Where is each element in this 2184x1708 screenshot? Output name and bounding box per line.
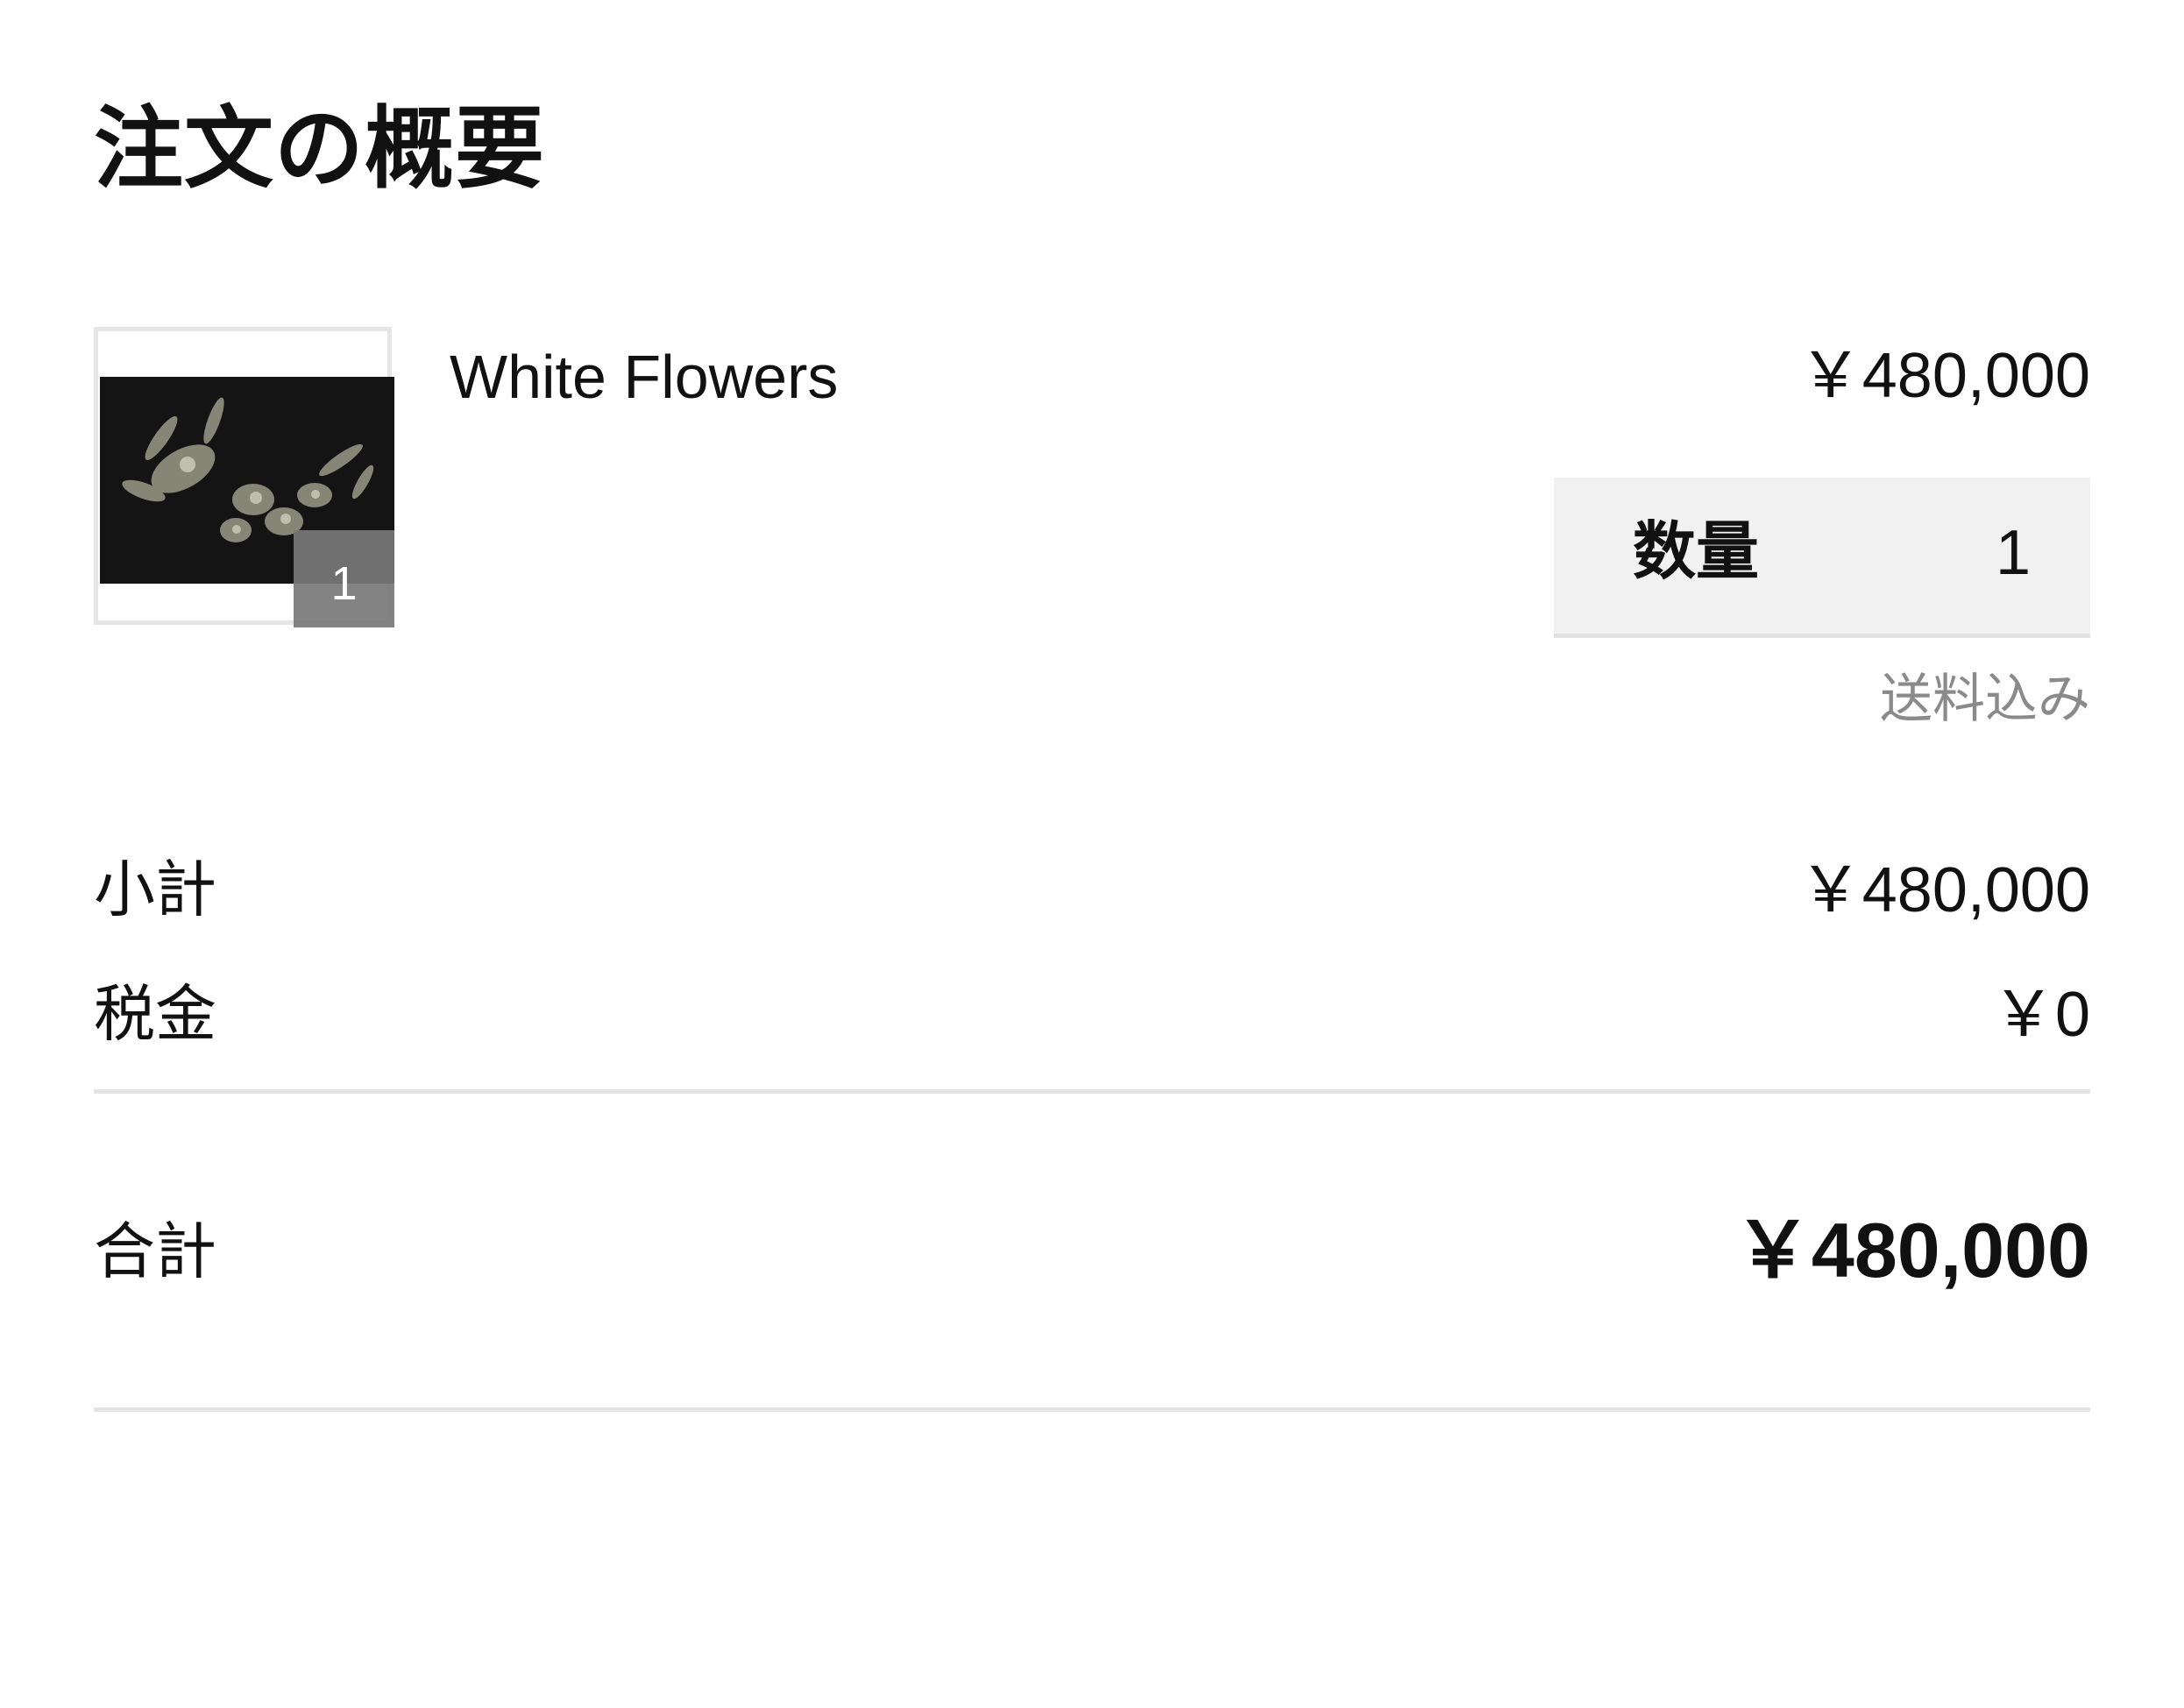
product-thumbnail: 1	[94, 327, 394, 627]
quantity-display: 数量 1	[1554, 478, 2090, 638]
subtotal-label: 小計	[94, 854, 216, 925]
divider	[94, 1407, 2090, 1412]
tax-value: ￥0	[1991, 980, 2090, 1050]
shipping-included-note: 送料込み	[1880, 669, 2090, 730]
order-summary-heading: 注文の概要	[94, 97, 545, 202]
tax-label: 税金	[94, 978, 216, 1050]
product-name: White Flowers	[450, 343, 839, 411]
quantity-value: 1	[1995, 518, 2031, 588]
product-price: ￥480,000	[1798, 341, 2090, 411]
item-count-badge: 1	[294, 530, 394, 627]
total-value: ￥480,000	[1734, 1207, 2090, 1293]
quantity-label: 数量	[1633, 514, 1760, 588]
total-label: 合計	[94, 1215, 216, 1287]
subtotal-value: ￥480,000	[1798, 855, 2090, 925]
divider	[94, 1089, 2090, 1094]
